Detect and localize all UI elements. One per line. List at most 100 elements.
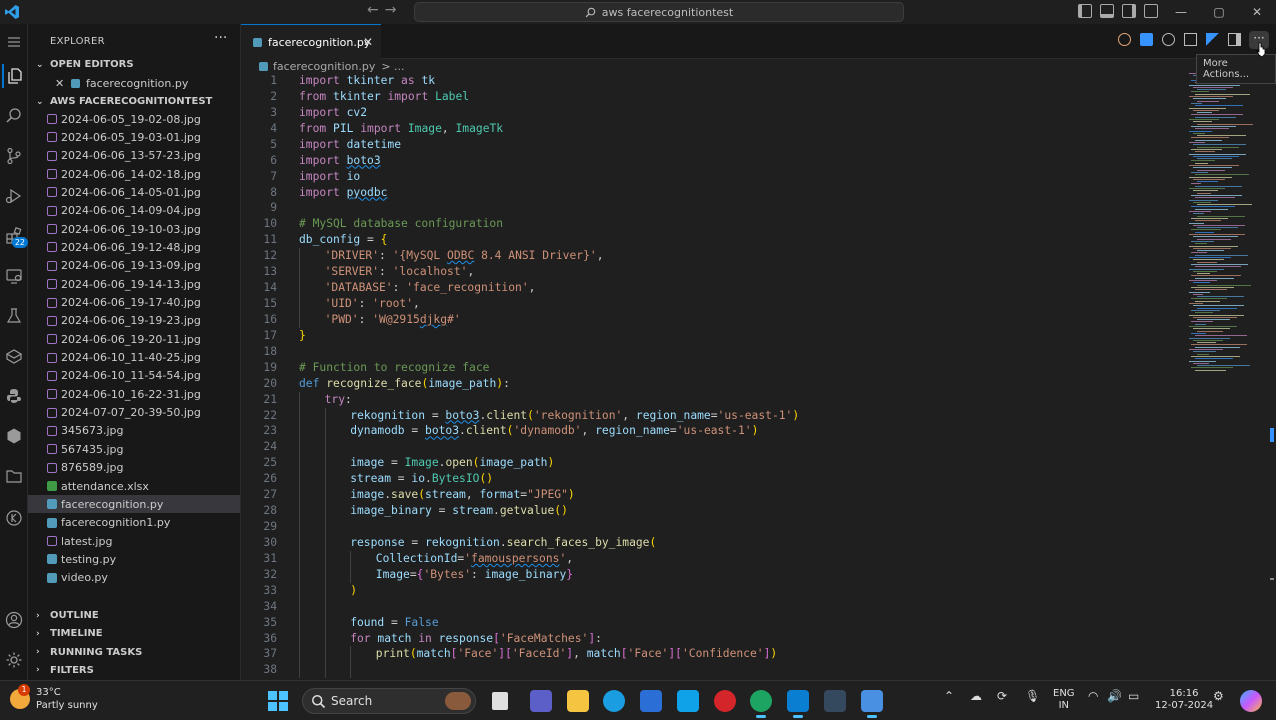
breadcrumb-separator[interactable]: > ...: [381, 60, 404, 73]
remote-explorer-icon[interactable]: [2, 264, 26, 288]
run-debug-icon[interactable]: [2, 184, 26, 208]
tab-facerecognition-py[interactable]: facerecognition.py ✕: [241, 24, 381, 59]
search-icon[interactable]: [2, 104, 26, 128]
vivaldi-icon[interactable]: [714, 690, 736, 712]
editor-scrollbar[interactable]: [1268, 73, 1276, 680]
file-tree-item[interactable]: testing.py: [28, 550, 240, 568]
edge-icon[interactable]: [603, 690, 625, 712]
tab-close-icon[interactable]: ✕: [363, 35, 373, 49]
vscode-taskbar-icon[interactable]: [787, 690, 809, 718]
file-tree-item[interactable]: 2024-06-06_19-12-48.jpg: [28, 238, 240, 256]
notifications-icon[interactable]: ⚙: [1213, 689, 1224, 703]
timeline-history-icon[interactable]: [2, 506, 26, 530]
toggle-primary-sidebar-icon[interactable]: [1078, 4, 1092, 18]
snipping-tool-icon[interactable]: [861, 690, 883, 718]
sidebar-section-filters[interactable]: › FILTERS: [36, 665, 94, 676]
package-hexagon-icon[interactable]: [2, 424, 26, 448]
folder-icon[interactable]: [2, 464, 26, 488]
toggle-secondary-sidebar-icon[interactable]: [1122, 4, 1136, 18]
copilot-taskbar-icon[interactable]: [1240, 690, 1262, 712]
wifi-icon[interactable]: ◠: [1088, 689, 1098, 703]
back-arrow-icon[interactable]: ←: [367, 2, 379, 18]
file-explorer-icon[interactable]: [567, 690, 589, 712]
app-icon[interactable]: [824, 690, 846, 712]
menu-icon[interactable]: [2, 30, 26, 54]
file-tree-item[interactable]: 2024-06-06_14-02-18.jpg: [28, 165, 240, 183]
minimize-button[interactable]: —: [1162, 0, 1200, 24]
file-tree-item[interactable]: 2024-06-06_19-19-23.jpg: [28, 312, 240, 330]
explorer-more-actions-icon[interactable]: ···: [214, 30, 227, 46]
customize-layout-icon[interactable]: [1144, 4, 1158, 18]
minimap[interactable]: [1189, 73, 1267, 373]
chrome-icon[interactable]: [750, 690, 772, 718]
weather-widget[interactable]: 1 33°C Partly sunny: [10, 684, 98, 712]
open-changes-icon[interactable]: [1184, 33, 1197, 46]
run-python-icon[interactable]: [1206, 33, 1219, 46]
cloud-icon[interactable]: ☁: [970, 689, 982, 703]
file-tree-item[interactable]: video.py: [28, 569, 240, 587]
breadcrumb-file[interactable]: facerecognition.py: [273, 60, 375, 73]
taskbar-search[interactable]: Search: [302, 688, 476, 714]
history-icon[interactable]: [1162, 33, 1175, 46]
sidebar-section-running-tasks[interactable]: › RUNNING TASKS: [36, 647, 142, 658]
file-tree-item[interactable]: 2024-06-06_19-10-03.jpg: [28, 220, 240, 238]
sync-icon[interactable]: ⟳: [997, 689, 1007, 703]
open-editor-item[interactable]: ✕ facerecognition.py: [28, 74, 240, 92]
file-tree-item[interactable]: 2024-06-05_19-02-08.jpg: [28, 110, 240, 128]
code-line: 1 import tkinter as tk: [241, 73, 1181, 89]
microphone-icon[interactable]: 🎙: [1025, 689, 1040, 703]
file-tree-item[interactable]: 2024-07-07_20-39-50.jpg: [28, 404, 240, 422]
close-icon[interactable]: ✕: [55, 77, 64, 90]
chevron-up-icon[interactable]: ⌃: [944, 689, 954, 703]
app-icon[interactable]: [677, 690, 699, 712]
file-tree-item[interactable]: facerecognition1.py: [28, 514, 240, 532]
task-view-icon[interactable]: [492, 692, 508, 710]
open-editors-header[interactable]: ⌄ OPEN EDITORS: [36, 59, 134, 70]
file-tree-item[interactable]: 2024-06-06_19-13-09.jpg: [28, 257, 240, 275]
forward-arrow-icon[interactable]: →: [385, 2, 397, 18]
code-editor[interactable]: 1 import tkinter as tk 2 from tkinter impor…: [241, 73, 1276, 680]
file-tree-item[interactable]: 876589.jpg: [28, 459, 240, 477]
file-tree-item[interactable]: 345673.jpg: [28, 422, 240, 440]
account-icon[interactable]: [2, 608, 26, 632]
explorer-icon[interactable]: [2, 64, 26, 88]
file-tree-item[interactable]: 2024-06-05_19-03-01.jpg: [28, 128, 240, 146]
file-tree-item[interactable]: facerecognition.py: [28, 495, 240, 514]
settings-gear-icon[interactable]: [2, 648, 26, 672]
code-token: from: [299, 121, 327, 135]
toggle-panel-icon[interactable]: [1100, 4, 1114, 18]
close-window-button[interactable]: ✕: [1238, 0, 1276, 24]
file-tree-item[interactable]: 2024-06-06_19-14-13.jpg: [28, 275, 240, 293]
file-tree-item[interactable]: 2024-06-06_19-20-11.jpg: [28, 330, 240, 348]
sidebar-section-outline[interactable]: › OUTLINE: [36, 610, 99, 621]
command-center-search[interactable]: aws facerecognitiontest: [414, 2, 904, 22]
workspace-header[interactable]: ⌄ AWS FACERECOGNITIONTEST: [36, 96, 212, 107]
file-tree-item[interactable]: 2024-06-06_14-05-01.jpg: [28, 183, 240, 201]
battery-icon[interactable]: ▭: [1128, 689, 1139, 703]
source-control-icon[interactable]: [2, 144, 26, 168]
store-icon[interactable]: [640, 690, 662, 712]
file-tree-item[interactable]: 2024-06-10_11-40-25.jpg: [28, 349, 240, 367]
file-tree-item[interactable]: 2024-06-10_11-54-54.jpg: [28, 367, 240, 385]
maximize-button[interactable]: ▢: [1200, 0, 1238, 24]
file-tree-item[interactable]: 2024-06-06_19-17-40.jpg: [28, 294, 240, 312]
extensions-icon[interactable]: 22: [2, 224, 28, 248]
copilot-icon[interactable]: [1118, 33, 1131, 46]
testing-flask-icon[interactable]: [2, 304, 26, 328]
start-button[interactable]: [268, 691, 288, 711]
python-icon[interactable]: [2, 384, 26, 408]
file-tree-item[interactable]: 2024-06-10_16-22-31.jpg: [28, 385, 240, 403]
file-tree-item[interactable]: 2024-06-06_14-09-04.jpg: [28, 202, 240, 220]
teams-icon[interactable]: [530, 690, 552, 712]
split-editor-icon[interactable]: [1228, 33, 1241, 46]
file-tree-item[interactable]: attendance.xlsx: [28, 477, 240, 495]
file-tree-item[interactable]: 2024-06-06_13-57-23.jpg: [28, 147, 240, 165]
docker-icon[interactable]: [2, 344, 26, 368]
volume-icon[interactable]: 🔊: [1107, 689, 1122, 703]
file-tree-item[interactable]: latest.jpg: [28, 532, 240, 550]
file-tree-item[interactable]: 567435.jpg: [28, 440, 240, 458]
clock[interactable]: 16:16 12-07-2024: [1155, 688, 1213, 712]
preview-icon[interactable]: [1140, 33, 1153, 46]
language-indicator[interactable]: ENG IN: [1053, 688, 1075, 712]
sidebar-section-timeline[interactable]: › TIMELINE: [36, 628, 103, 639]
